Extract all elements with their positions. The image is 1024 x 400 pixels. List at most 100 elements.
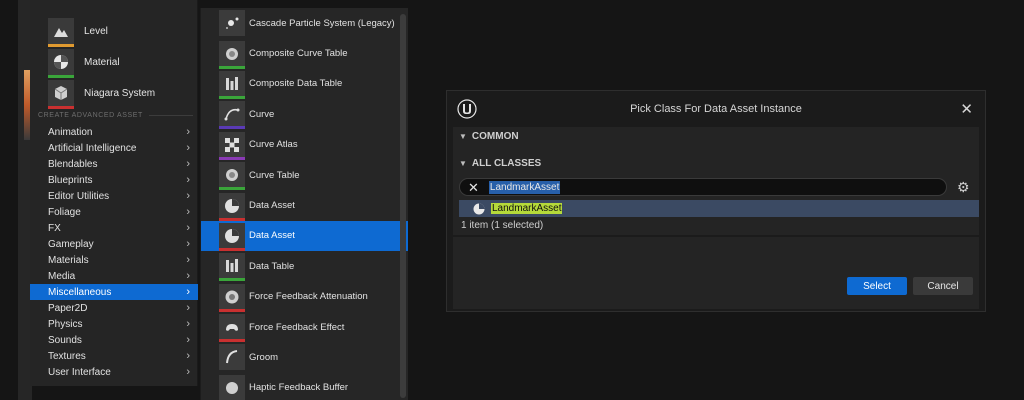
- category-label: Miscellaneous: [48, 286, 112, 298]
- curve-table-icon: [219, 162, 245, 191]
- section-divider: [148, 115, 193, 116]
- particle-icon: [219, 10, 245, 37]
- chevron-right-icon: ›: [186, 318, 190, 330]
- data-table-icon: [219, 70, 245, 99]
- level-icon: [48, 18, 74, 47]
- category-label: Artificial Intelligence: [48, 142, 137, 154]
- submenu-item-curve-table[interactable]: Curve Table: [201, 160, 408, 191]
- category-label: Gameplay: [48, 238, 94, 250]
- chevron-right-icon: ›: [186, 254, 190, 266]
- submenu-item-groom[interactable]: Groom: [201, 342, 408, 372]
- submenu-item-curve-atlas[interactable]: Curve Atlas: [201, 130, 408, 160]
- curve-table-icon: [219, 40, 245, 69]
- category-item-physics[interactable]: Physics ›: [30, 316, 198, 332]
- settings-gear-icon[interactable]: ⚙: [957, 179, 970, 196]
- submenu-item-data-asset[interactable]: Data Asset: [201, 190, 408, 221]
- category-item-blueprints[interactable]: Blueprints ›: [30, 172, 198, 188]
- chevron-right-icon: ›: [186, 366, 190, 378]
- category-label: Physics: [48, 318, 83, 330]
- category-list: Animation › Artificial Intelligence › Blenda…: [30, 124, 198, 380]
- category-label: Textures: [48, 350, 86, 362]
- niagara-icon: [48, 80, 74, 109]
- class-search-input[interactable]: ✕ LandmarkAsset: [459, 178, 947, 196]
- submenu-item-data-table[interactable]: Data Table: [201, 251, 408, 282]
- curve-atlas-icon: [219, 131, 245, 160]
- groom-icon: [219, 344, 245, 371]
- chevron-right-icon: ›: [186, 158, 190, 170]
- submenu-item-label: Curve: [249, 108, 275, 120]
- collapse-triangle-icon: ▼: [459, 159, 467, 168]
- chevron-right-icon: ›: [186, 270, 190, 282]
- collapse-triangle-icon: ▼: [459, 132, 467, 141]
- clear-search-icon[interactable]: ✕: [468, 181, 479, 194]
- menu-item-material[interactable]: Material: [48, 47, 120, 78]
- category-item-fx[interactable]: FX ›: [30, 220, 198, 236]
- class-result-row[interactable]: LandmarkAsset: [459, 200, 979, 217]
- category-item-foliage[interactable]: Foliage ›: [30, 204, 198, 220]
- chevron-right-icon: ›: [186, 190, 190, 202]
- category-item-blendables[interactable]: Blendables ›: [30, 156, 198, 172]
- chevron-right-icon: ›: [186, 334, 190, 346]
- category-label: Paper2D: [48, 302, 88, 314]
- submenu-scrollbar[interactable]: [400, 14, 406, 398]
- group-all-classes-label: ALL CLASSES: [471, 158, 542, 169]
- submenu-item-curve[interactable]: Curve: [201, 99, 408, 130]
- submenu-item-label: Curve Atlas: [249, 139, 298, 151]
- category-item-paper2d[interactable]: Paper2D ›: [30, 300, 198, 316]
- category-item-textures[interactable]: Textures ›: [30, 348, 198, 364]
- select-button[interactable]: Select: [847, 277, 907, 295]
- create-asset-menu: Level Material Niagara System CREATE ADV…: [30, 0, 198, 386]
- menu-item-level[interactable]: Level: [48, 16, 108, 47]
- submenu-item-label: Cascade Particle System (Legacy): [249, 17, 395, 29]
- category-item-sounds[interactable]: Sounds ›: [30, 332, 198, 348]
- chevron-right-icon: ›: [186, 302, 190, 314]
- submenu-item-composite-curve-table[interactable]: Composite Curve Table: [201, 38, 408, 69]
- search-input-value[interactable]: LandmarkAsset: [488, 180, 561, 194]
- category-item-editor-utilities[interactable]: Editor Utilities ›: [30, 188, 198, 204]
- menu-item-label: Niagara System: [84, 87, 156, 99]
- data-asset-icon: [219, 192, 245, 221]
- submenu-item-haptic-feedback-buffer[interactable]: Haptic Feedback Buffer: [201, 373, 408, 400]
- submenu-item-label: Haptic Feedback Buffer: [249, 382, 349, 394]
- dialog-title: Pick Class For Data Asset Instance: [630, 103, 802, 115]
- category-item-artificial-intelligence[interactable]: Artificial Intelligence ›: [30, 140, 198, 156]
- chevron-right-icon: ›: [186, 126, 190, 138]
- group-all-classes[interactable]: ▼ ALL CLASSES: [459, 158, 541, 169]
- category-label: Foliage: [48, 206, 81, 218]
- chevron-right-icon: ›: [186, 142, 190, 154]
- submenu-item-label: Data Table: [249, 260, 295, 272]
- submenu-item-cascade-particle-system-legacy[interactable]: Cascade Particle System (Legacy): [201, 8, 408, 38]
- section-header-advanced: CREATE ADVANCED ASSET: [38, 112, 193, 119]
- submenu-item-label: Groom: [249, 351, 279, 363]
- submenu-item-data-asset[interactable]: Data Asset: [201, 220, 408, 252]
- search-row: ✕ LandmarkAsset ⚙: [459, 177, 973, 197]
- group-common[interactable]: ▼ COMMON: [459, 131, 519, 142]
- submenu-item-label: Data Asset: [249, 230, 295, 242]
- miscellaneous-submenu: Cascade Particle System (Legacy) Composit…: [200, 8, 408, 400]
- category-item-miscellaneous[interactable]: Miscellaneous ›: [30, 284, 198, 300]
- chevron-right-icon: ›: [186, 174, 190, 186]
- section-header-text: CREATE ADVANCED ASSET: [38, 112, 143, 119]
- close-icon[interactable]: ✕: [960, 100, 973, 118]
- category-label: User Interface: [48, 366, 111, 378]
- category-label: Media: [48, 270, 76, 282]
- category-item-animation[interactable]: Animation ›: [30, 124, 198, 140]
- data-asset-icon: [219, 222, 245, 251]
- category-item-gameplay[interactable]: Gameplay ›: [30, 236, 198, 252]
- cancel-button[interactable]: Cancel: [913, 277, 973, 295]
- menu-item-niagara-system[interactable]: Niagara System: [48, 78, 156, 109]
- category-item-materials[interactable]: Materials ›: [30, 252, 198, 268]
- submenu-item-composite-data-table[interactable]: Composite Data Table: [201, 69, 408, 99]
- data-table-icon: [219, 253, 245, 282]
- submenu-item-label: Force Feedback Effect: [249, 321, 345, 333]
- category-item-user-interface[interactable]: User Interface ›: [30, 364, 198, 380]
- pick-class-dialog: Pick Class For Data Asset Instance ✕ ▼ C…: [446, 90, 986, 312]
- category-item-media[interactable]: Media ›: [30, 268, 198, 284]
- submenu-item-force-feedback-attenuation[interactable]: Force Feedback Attenuation: [201, 282, 408, 312]
- submenu-item-force-feedback-effect[interactable]: Force Feedback Effect: [201, 312, 408, 343]
- menu-item-label: Level: [84, 25, 108, 37]
- selection-count: 1 item (1 selected): [461, 220, 544, 231]
- category-label: Editor Utilities: [48, 190, 110, 202]
- chevron-right-icon: ›: [186, 222, 190, 234]
- panel-divider: [453, 235, 979, 237]
